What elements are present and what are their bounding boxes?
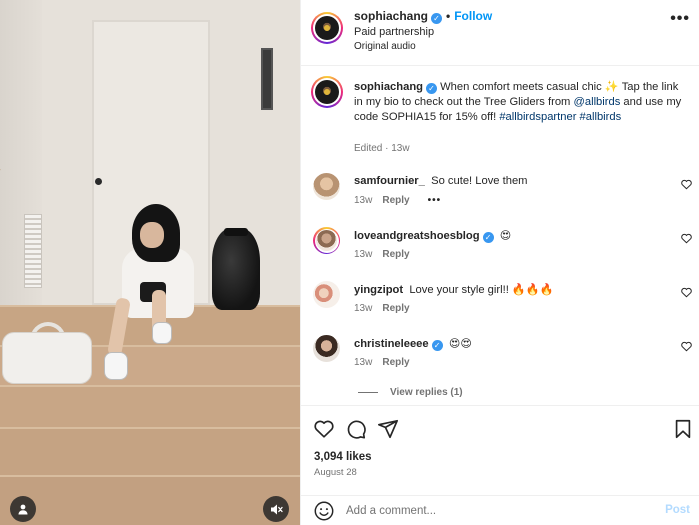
meta-separator: · — [382, 143, 392, 154]
separator-dot: • — [446, 9, 451, 23]
view-replies-button[interactable]: View replies (1) — [358, 387, 463, 398]
comment-text-line: samfournier_ So cute! Love them — [354, 175, 664, 187]
verified-badge-icon: ✓ — [431, 340, 443, 351]
photo-step — [0, 385, 300, 427]
verified-badge-icon: ✓ — [482, 232, 494, 243]
photo-shoe — [104, 352, 128, 380]
commenter-avatar[interactable] — [313, 227, 340, 254]
comment-age[interactable]: 13w — [354, 303, 372, 314]
comment-text: 😍😍 — [448, 338, 472, 350]
reply-button[interactable]: Reply — [382, 249, 409, 260]
comment-item: yingzipot Love your style girl!! 🔥🔥🔥 13w… — [301, 281, 699, 321]
comment-more-icon[interactable]: ••• — [428, 195, 442, 206]
edited-label: Edited — [354, 143, 383, 154]
caption-username[interactable]: sophiachang — [354, 81, 423, 93]
caption-avatar[interactable] — [311, 76, 343, 108]
comment-item: loveandgreatshoesblog ✓ 😍 13w Reply — [301, 227, 699, 267]
share-send-icon[interactable] — [377, 418, 399, 440]
commenter-avatar[interactable] — [313, 335, 340, 362]
speaker-muted-icon — [270, 504, 283, 514]
follow-button[interactable]: Follow — [454, 9, 492, 23]
user-icon — [18, 504, 28, 515]
caption-age[interactable]: 13w — [391, 143, 409, 154]
photo-vase — [212, 228, 260, 310]
comment-text-line: yingzipot Love your style girl!! 🔥🔥🔥 — [354, 283, 664, 296]
comment-input[interactable] — [346, 502, 646, 520]
like-heart-icon[interactable] — [313, 418, 335, 440]
comment-item: christineleeee ✓ 😍😍 13w Reply — [301, 335, 699, 375]
photo-shoe — [152, 322, 172, 344]
emoji-icon[interactable] — [313, 500, 335, 522]
reply-button[interactable]: Reply — [382, 303, 409, 314]
photo-wall-frame — [261, 48, 273, 110]
comment-age[interactable]: 13w — [354, 357, 372, 368]
author-username[interactable]: sophiachang — [354, 9, 428, 23]
more-options-icon[interactable]: ••• — [670, 10, 690, 28]
commenter-username[interactable]: yingzipot — [354, 284, 403, 296]
bookmark-icon[interactable] — [672, 418, 694, 440]
author-line: sophiachang ✓ • Follow — [354, 9, 492, 24]
post-date: August 28 — [314, 467, 357, 478]
comment-text-line: christineleeee ✓ 😍😍 — [354, 337, 664, 351]
photo-bag — [2, 332, 92, 384]
comment-bubble-icon[interactable] — [345, 418, 367, 440]
photo-vent — [24, 214, 42, 288]
commenter-username[interactable]: christineleeee — [354, 338, 429, 350]
caption-mention-link[interactable]: @allbirds — [574, 96, 621, 108]
commenter-username[interactable]: loveandgreatshoesblog — [354, 230, 480, 242]
audio-label[interactable]: Original audio — [354, 41, 416, 52]
caption-meta: Edited · 13w — [354, 143, 410, 154]
comment-meta: 13w Reply — [354, 249, 410, 260]
photo-step — [0, 427, 300, 475]
comment-item: samfournier_ So cute! Love them 13w Reply… — [301, 173, 699, 213]
caption-hashtag-link[interactable]: #allbirdspartner — [499, 111, 576, 123]
comment-text: Love your style girl!! 🔥🔥🔥 — [409, 284, 554, 296]
photo-door-knob — [95, 178, 102, 185]
tagged-users-button[interactable] — [10, 496, 36, 522]
verified-badge-icon: ✓ — [426, 83, 437, 94]
paid-partnership-label[interactable]: Paid partnership — [354, 26, 434, 38]
commenter-avatar[interactable] — [313, 173, 340, 200]
post-header: sophiachang ✓ • Follow Paid partnership Ori… — [301, 0, 699, 66]
comment-age[interactable]: 13w — [354, 249, 372, 260]
add-comment-bar: Post — [301, 495, 699, 525]
verified-badge-icon: ✓ — [431, 13, 443, 24]
comment-text: 😍 — [499, 230, 512, 242]
photo-person-face — [140, 222, 164, 248]
comment-age[interactable]: 13w — [354, 195, 372, 206]
heart-icon[interactable] — [681, 179, 692, 190]
post-media[interactable] — [0, 0, 300, 525]
comment-meta: 13w Reply — [354, 303, 410, 314]
likes-count[interactable]: 3,094 likes — [314, 451, 372, 463]
replies-line — [358, 391, 378, 393]
photo-vase-neck — [224, 228, 248, 236]
post-caption: sophiachang ✓ When comfort meets casual c… — [354, 80, 689, 125]
commenter-username[interactable]: samfournier_ — [354, 175, 425, 187]
comment-text-line: loveandgreatshoesblog ✓ 😍 — [354, 229, 664, 243]
photo-step — [0, 475, 300, 525]
heart-icon[interactable] — [681, 341, 692, 352]
view-replies-label: View replies (1) — [390, 387, 463, 398]
post-actions: 3,094 likes August 28 — [301, 405, 699, 495]
reply-button[interactable]: Reply — [382, 357, 409, 368]
mute-button[interactable] — [263, 496, 289, 522]
heart-icon[interactable] — [681, 233, 692, 244]
commenter-avatar[interactable] — [313, 281, 340, 308]
heart-icon[interactable] — [681, 287, 692, 298]
caption-hashtag-link[interactable]: #allbirds — [580, 111, 622, 123]
comment-meta: 13w Reply ••• — [354, 195, 441, 206]
post-side-panel: sophiachang ✓ • Follow Paid partnership Ori… — [300, 0, 699, 525]
comment-meta: 13w Reply — [354, 357, 410, 368]
reply-button[interactable]: Reply — [382, 195, 409, 206]
comment-text: So cute! Love them — [431, 175, 528, 187]
author-avatar[interactable] — [311, 12, 343, 44]
post-button[interactable]: Post — [665, 504, 690, 516]
